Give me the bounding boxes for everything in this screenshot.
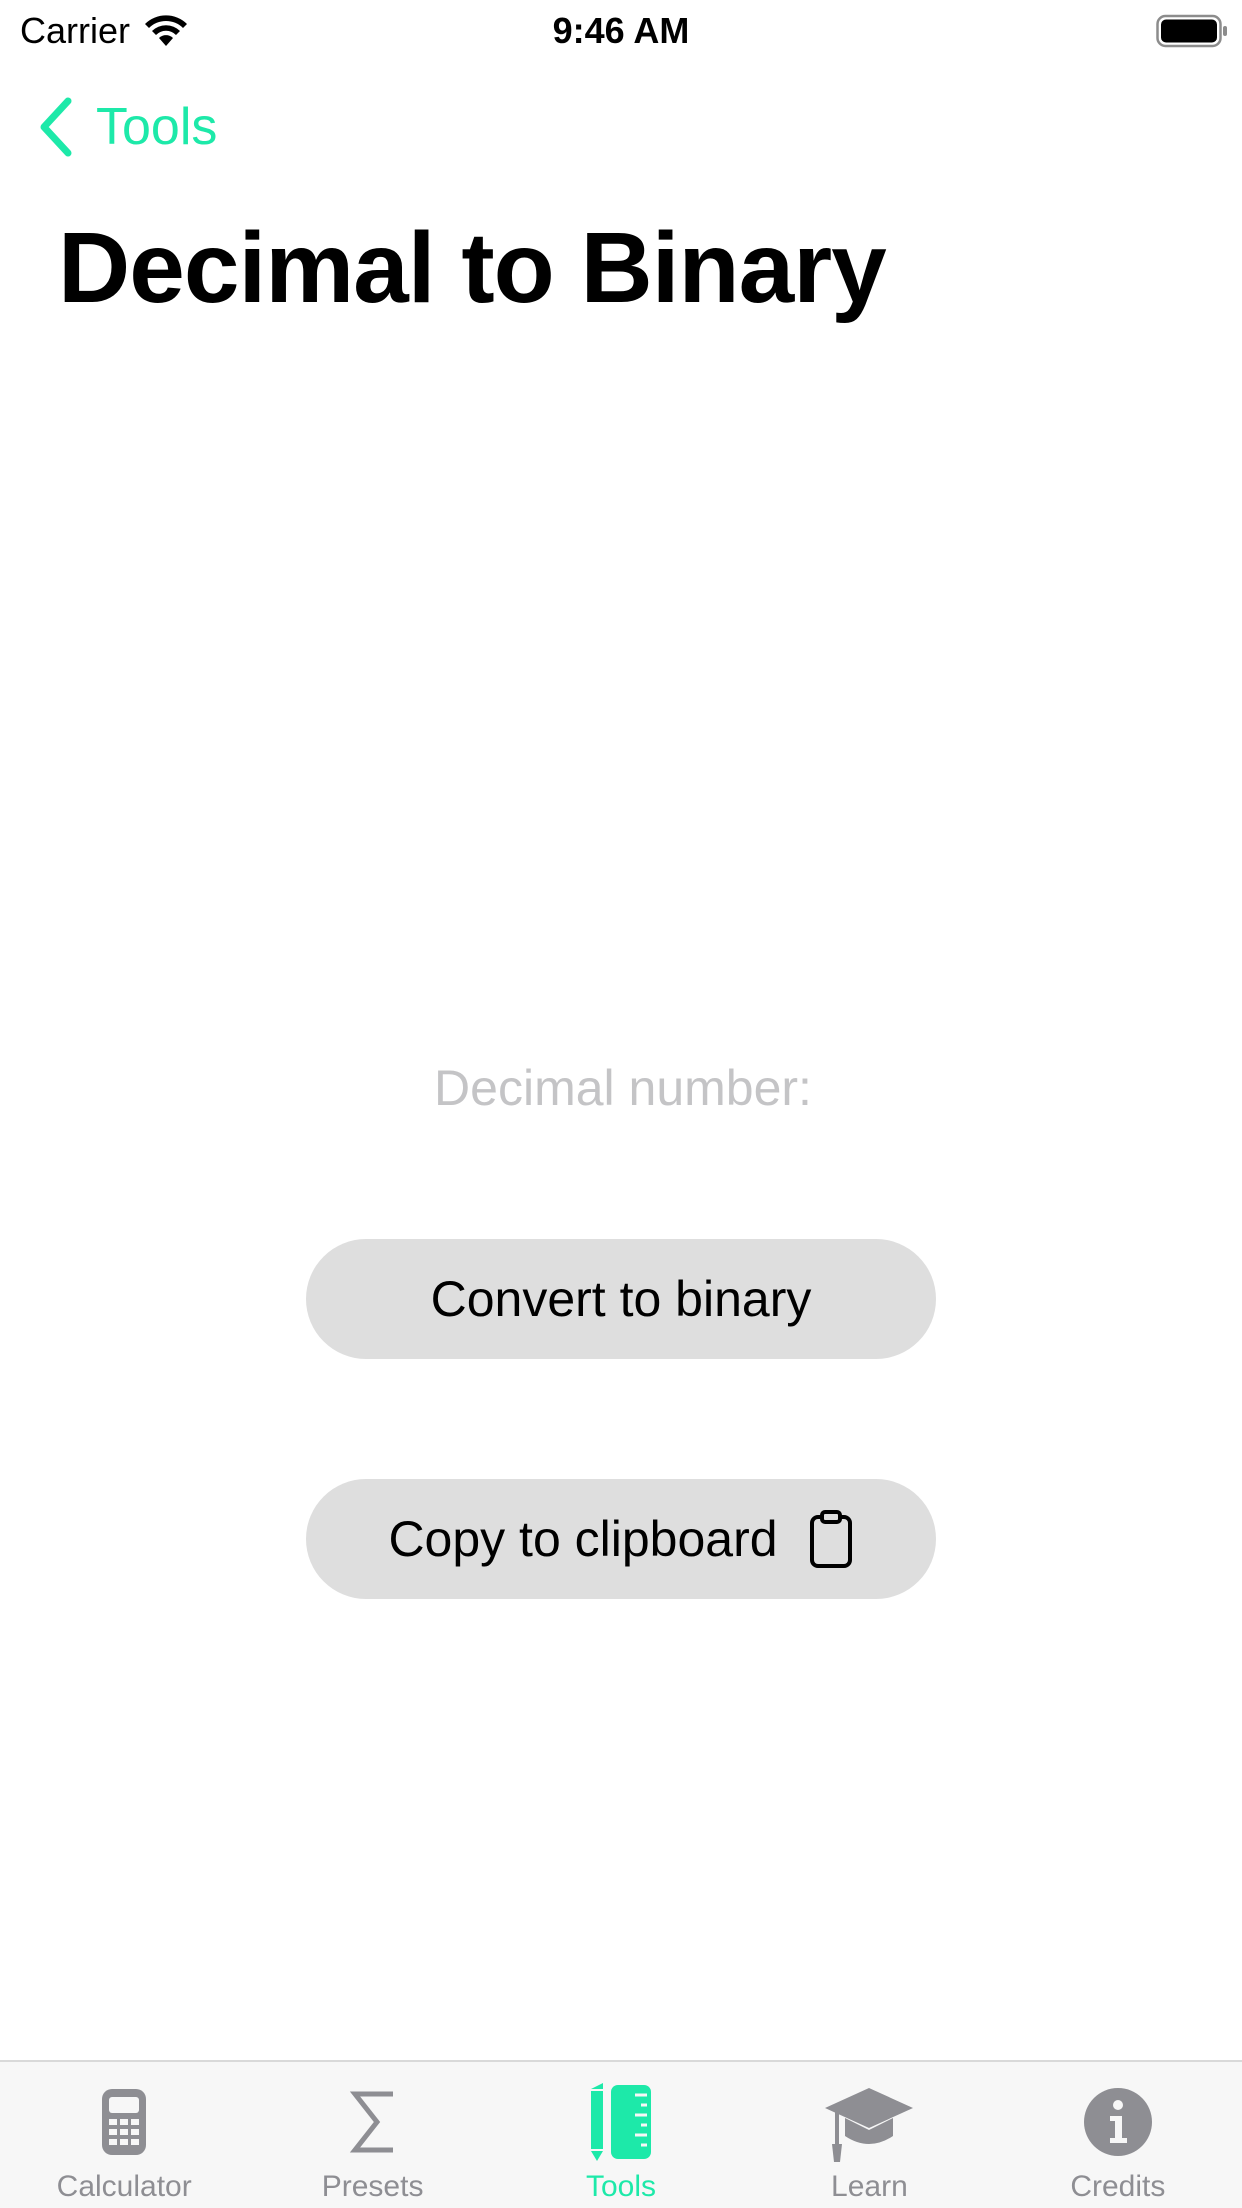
calculator-icon xyxy=(100,2084,148,2160)
tab-label: Tools xyxy=(585,2170,657,2203)
battery-icon xyxy=(1156,14,1227,48)
back-button[interactable]: Tools xyxy=(36,92,217,162)
sigma-icon xyxy=(349,2084,397,2160)
tab-label: Presets xyxy=(321,2170,424,2203)
status-bar: Carrier 9:46 AM xyxy=(0,0,1242,62)
tab-label: Calculator xyxy=(56,2170,192,2203)
copy-to-clipboard-button[interactable]: Copy to clipboard xyxy=(306,1479,936,1599)
tab-credits[interactable]: Credits xyxy=(994,2062,1242,2208)
status-time: 9:46 AM xyxy=(552,10,690,51)
clipboard-icon xyxy=(809,1510,852,1568)
page-title: Decimal to Binary xyxy=(58,212,887,324)
tab-label: Learn xyxy=(831,2170,908,2203)
chevron-left-icon xyxy=(40,97,72,157)
tab-learn[interactable]: Learn xyxy=(745,2062,993,2208)
convert-button-label: Convert to binary xyxy=(430,1271,812,1327)
tab-label: Credits xyxy=(1070,2170,1166,2203)
decimal-number-input[interactable] xyxy=(321,1050,925,1126)
copy-button-label: Copy to clipboard xyxy=(388,1511,778,1567)
graduation-cap-icon xyxy=(823,2084,915,2162)
ruler-pencil-icon xyxy=(589,2083,653,2161)
convert-to-binary-button[interactable]: Convert to binary xyxy=(306,1239,936,1359)
back-button-label: Tools xyxy=(96,98,218,156)
tab-presets[interactable]: Presets xyxy=(248,2062,496,2208)
info-icon xyxy=(1082,2084,1154,2160)
tab-tools[interactable]: Tools xyxy=(497,2062,745,2208)
tab-calculator[interactable]: Calculator xyxy=(0,2062,248,2208)
screen: Carrier 9:46 AM Tools Decimal to Binary … xyxy=(0,0,1242,2208)
tab-bar: Calculator Presets Tools Learn Credits xyxy=(0,2060,1242,2208)
